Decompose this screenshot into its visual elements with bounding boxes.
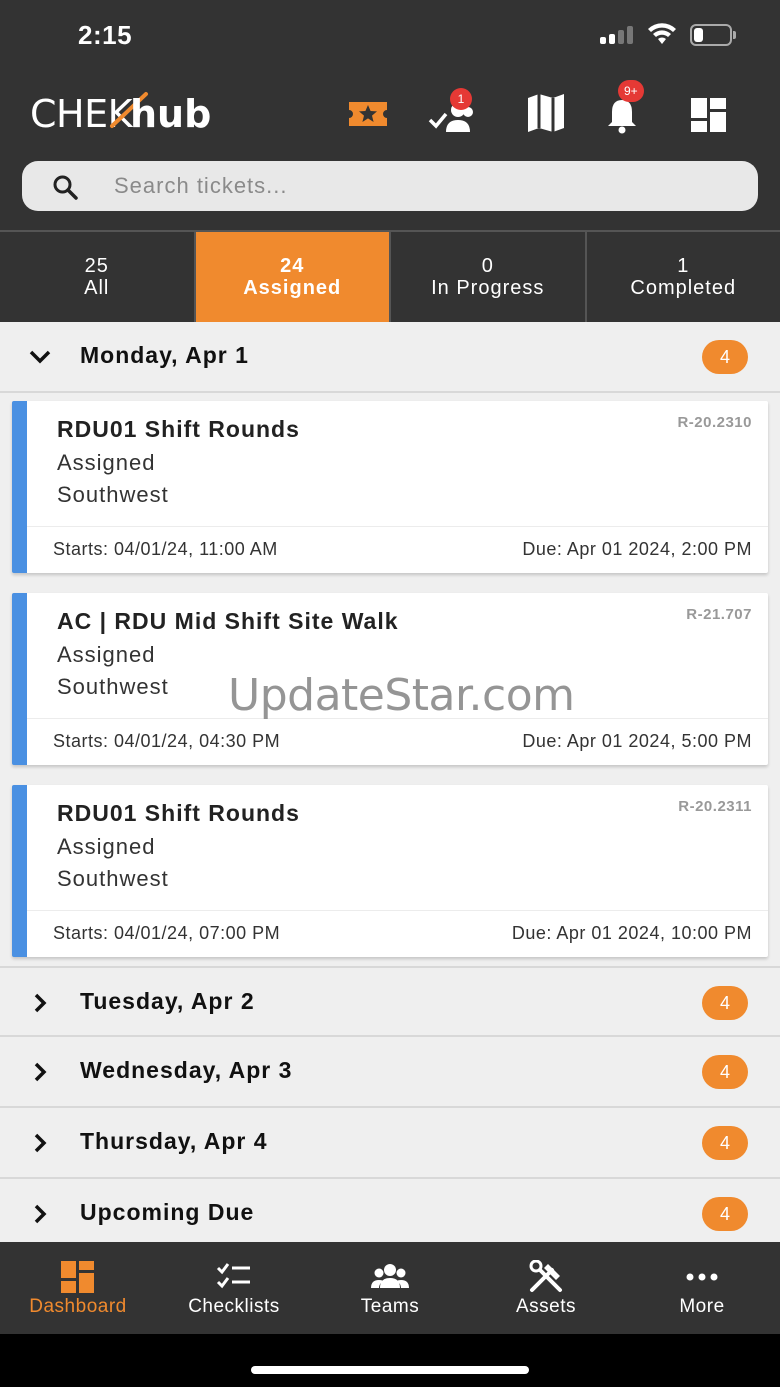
dashboard-icon	[61, 1261, 94, 1293]
tab-count: 25	[84, 255, 109, 277]
ticket-status: Assigned	[57, 450, 156, 475]
ticket-title: RDU01 Shift Rounds	[57, 800, 300, 826]
ticket-start-time: Starts: 04/01/24, 07:00 PM	[53, 923, 281, 943]
ticket-due-time: Due: Apr 01 2024, 10:00 PM	[511, 923, 752, 943]
tab-label: All	[84, 277, 110, 299]
ticket-start-time: Starts: 04/01/24, 11:00 AM	[53, 539, 278, 559]
checklist-icon	[216, 1263, 250, 1289]
watermark-text: UpdateStar.com	[228, 670, 575, 721]
nav-label: More	[679, 1296, 725, 1317]
search-bar[interactable]	[22, 161, 758, 211]
tab-assigned[interactable]: 24 Assigned	[195, 232, 391, 322]
tab-label: Completed	[630, 277, 737, 299]
nav-label: Checklists	[188, 1296, 280, 1317]
app-header: 2:15 CHEK hub 1 9+ Search tickets...	[0, 0, 780, 230]
group-count-badge: 4	[702, 340, 748, 374]
notifications-button[interactable]: 9+	[600, 80, 644, 136]
group-count-badge: 4	[702, 986, 748, 1020]
date-group-header[interactable]: Monday, Apr 1 4	[0, 322, 780, 393]
ticket-status: Assigned	[57, 642, 156, 667]
ticket-status: Assigned	[57, 834, 156, 859]
tab-count: 1	[677, 255, 690, 277]
ticket-region: Southwest	[57, 482, 169, 507]
battery-icon	[690, 24, 736, 46]
tab-label: Assigned	[243, 277, 342, 299]
home-indicator-area	[0, 1334, 780, 1387]
ticket-region: Southwest	[57, 674, 169, 699]
group-title: Tuesday, Apr 2	[80, 988, 255, 1014]
tools-icon	[529, 1260, 562, 1292]
chevron-down-icon	[29, 350, 51, 364]
group-title: Thursday, Apr 4	[80, 1128, 268, 1154]
group-title: Monday, Apr 1	[80, 342, 249, 368]
group-count-badge: 4	[702, 1197, 748, 1231]
nav-dashboard[interactable]: Dashboard	[0, 1242, 156, 1334]
ticket-reference: R-21.707	[686, 606, 752, 623]
notification-badge: 9+	[618, 80, 644, 102]
nav-label: Dashboard	[29, 1296, 127, 1317]
date-group-header[interactable]: Wednesday, Apr 3 4	[0, 1037, 780, 1108]
nav-label: Assets	[515, 1296, 577, 1317]
ticket-title: AC | RDU Mid Shift Site Walk	[57, 608, 399, 634]
nav-more[interactable]: More	[624, 1242, 780, 1334]
nav-assets[interactable]: Assets	[468, 1242, 624, 1334]
wifi-icon	[648, 23, 676, 44]
search-icon	[53, 175, 78, 200]
chevron-right-icon	[34, 1204, 47, 1224]
tab-label: In Progress	[431, 277, 545, 299]
ticket-star-icon[interactable]	[346, 92, 390, 136]
ticket-start-time: Starts: 04/01/24, 04:30 PM	[53, 731, 281, 751]
ticket-status-tabs: 25 All 24 Assigned 0 In Progress 1 Compl…	[0, 230, 780, 322]
dashboard-grid-icon[interactable]	[688, 92, 732, 136]
date-group-header[interactable]: Upcoming Due 4	[0, 1179, 780, 1250]
tab-all[interactable]: 25 All	[0, 232, 196, 322]
group-count-badge: 4	[702, 1126, 748, 1160]
tab-in-progress[interactable]: 0 In Progress	[391, 232, 587, 322]
date-group-header[interactable]: Thursday, Apr 4 4	[0, 1108, 780, 1179]
ticket-reference: R-20.2311	[678, 798, 752, 815]
tab-completed[interactable]: 1 Completed	[587, 232, 780, 322]
chevron-right-icon	[34, 993, 47, 1013]
nav-checklists[interactable]: Checklists	[156, 1242, 312, 1334]
home-indicator[interactable]	[251, 1366, 529, 1374]
ticket-due-time: Due: Apr 01 2024, 5:00 PM	[522, 731, 752, 751]
chevron-right-icon	[34, 1062, 47, 1082]
team-assign-button[interactable]: 1	[428, 88, 478, 136]
map-icon[interactable]	[524, 92, 568, 136]
nav-teams[interactable]: Teams	[312, 1242, 468, 1334]
group-count-badge: 4	[702, 1055, 748, 1089]
status-time: 2:15	[78, 20, 133, 50]
ticket-footer: Starts: 04/01/24, 11:00 AM Due: Apr 01 2…	[27, 526, 768, 573]
group-title: Upcoming Due	[80, 1199, 255, 1225]
chevron-right-icon	[34, 1133, 47, 1153]
ticket-region: Southwest	[57, 866, 169, 891]
tab-count: 0	[481, 255, 494, 277]
bottom-navigation: Dashboard Checklists Teams Assets More	[0, 1242, 780, 1334]
ticket-title: RDU01 Shift Rounds	[57, 416, 300, 442]
ticket-footer: Starts: 04/01/24, 04:30 PM Due: Apr 01 2…	[27, 718, 768, 765]
teams-icon	[371, 1264, 409, 1288]
ticket-footer: Starts: 04/01/24, 07:00 PM Due: Apr 01 2…	[27, 910, 768, 957]
cellular-signal-icon	[600, 26, 636, 44]
team-badge: 1	[450, 88, 472, 110]
nav-label: Teams	[360, 1296, 420, 1317]
group-title: Wednesday, Apr 3	[80, 1057, 293, 1083]
search-input[interactable]	[114, 169, 714, 203]
more-icon	[686, 1273, 718, 1281]
logo-hub-text: hub	[130, 92, 212, 136]
ticket-reference: R-20.2310	[677, 414, 752, 431]
ticket-due-time: Due: Apr 01 2024, 2:00 PM	[522, 539, 752, 559]
ticket-card[interactable]: RDU01 Shift Rounds Assigned Southwest R-…	[12, 401, 768, 573]
tab-count: 24	[280, 255, 305, 277]
date-group-header[interactable]: Tuesday, Apr 2 4	[0, 966, 780, 1037]
ticket-card[interactable]: RDU01 Shift Rounds Assigned Southwest R-…	[12, 785, 768, 957]
